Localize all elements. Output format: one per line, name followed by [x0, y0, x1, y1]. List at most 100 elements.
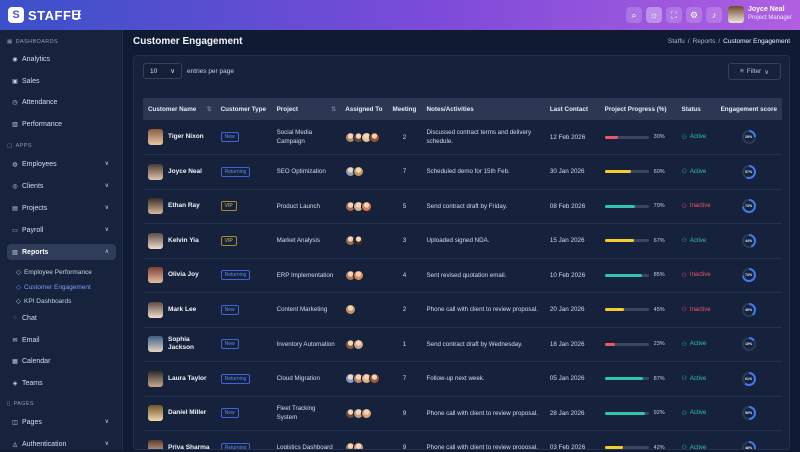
filter-label: Filter	[746, 68, 762, 75]
sort-icon[interactable]: ⇅	[331, 106, 336, 113]
status-label: Active	[689, 375, 707, 382]
sidebar-subitem-customer-engagement[interactable]: ◇ Customer Engagement	[16, 283, 91, 292]
progress-percent: 60%	[653, 168, 665, 175]
sidebar-item-label: Payroll	[22, 226, 44, 234]
engagement-score-value: 48%	[743, 442, 754, 449]
assignee-avatar[interactable]	[353, 338, 365, 350]
column-header-project[interactable]: Project ⇅	[271, 98, 341, 120]
sidebar-item-calendar[interactable]: ▦ Calendar	[7, 353, 116, 369]
sidebar-item-payroll[interactable]: ▭ Payroll ∨	[7, 222, 116, 238]
table-row[interactable]: Sophia Jackson New Inventory Automation …	[143, 327, 782, 362]
progress-bar	[604, 135, 649, 139]
table-row[interactable]: Laura Taylor Returning Cloud Migration 7…	[143, 361, 782, 397]
engagement-score-ring: 44%	[741, 233, 756, 248]
breadcrumb-current: Customer Engagement	[723, 38, 790, 45]
user-avatar[interactable]	[728, 6, 744, 23]
sidebar-item-employees[interactable]: ◍ Employees ∨	[7, 156, 116, 172]
user-status-icon: ⚇	[681, 307, 687, 314]
engagement-card: 10 ∨ entries per page ≡ Filter ∨ Customer N…	[133, 55, 790, 450]
entries-per-page-select[interactable]: 10 ∨	[143, 63, 182, 79]
engagement-score-ring: 25%	[741, 130, 756, 144]
notification-bell-icon[interactable]: ♪	[706, 7, 722, 23]
assignee-avatar[interactable]	[361, 407, 373, 419]
customer-name[interactable]: Daniel Miller	[168, 409, 206, 417]
filter-button[interactable]: ≡ Filter ∨	[728, 63, 781, 80]
assignee-avatar[interactable]	[369, 373, 381, 385]
section-label: PAGES	[13, 401, 34, 407]
column-header-assigned-to[interactable]: Assigned To	[340, 98, 388, 120]
customer-type-badge: Returning	[220, 373, 251, 384]
sidebar-item-attendance[interactable]: ◷ Attendance	[7, 94, 116, 110]
sidebar-item-reports[interactable]: ▧ Reports ∧	[7, 244, 116, 260]
project-name: Cloud Migration	[276, 375, 320, 383]
sidebar-item-teams[interactable]: ◈ Teams	[7, 375, 116, 391]
assignee-group	[345, 304, 382, 316]
column-header-customer-name[interactable]: Customer Name ⇅	[143, 98, 216, 120]
customer-name[interactable]: Sophia Jackson	[168, 336, 211, 352]
menu-toggle-icon[interactable]: ☰	[71, 8, 82, 22]
cell-customer: Daniel Miller	[143, 396, 216, 431]
sidebar-item-email[interactable]: ✉ Email	[7, 332, 116, 348]
fullscreen-icon[interactable]: ⛶	[666, 7, 682, 23]
customer-name[interactable]: Mark Lee	[168, 306, 196, 314]
sidebar-item-pages[interactable]: ◫ Pages ∨	[7, 414, 116, 430]
column-header-status[interactable]: Status	[676, 98, 716, 120]
assignee-avatar[interactable]	[353, 166, 365, 178]
sidebar-item-sales[interactable]: ▣ Sales	[7, 73, 116, 89]
breadcrumb-reports[interactable]: Reports	[693, 38, 716, 45]
table-row[interactable]: Daniel Miller New Fleet Tracking System …	[143, 396, 782, 431]
column-header-meeting[interactable]: Meeting	[387, 98, 422, 120]
customer-name[interactable]: Kelvin Yia	[168, 237, 199, 245]
assignee-avatar[interactable]	[345, 304, 357, 316]
project-name: Inventory Automation	[276, 340, 335, 348]
sidebar-item-chat[interactable]: ◌ Chat	[7, 310, 116, 326]
search-icon[interactable]: ⌕	[626, 7, 642, 23]
assignee-avatar[interactable]	[353, 269, 365, 281]
cell-project: Product Launch	[271, 189, 341, 224]
table-row[interactable]: Mark Lee New Content Marketing 2 Phone c…	[143, 292, 782, 328]
sidebar-item-projects[interactable]: ▤ Projects ∨	[7, 200, 116, 216]
customer-name[interactable]: Laura Taylor	[168, 375, 207, 383]
cell-status: ⚇ Inactive	[676, 258, 716, 293]
sidebar-item-performance[interactable]: ▥ Performance	[7, 116, 116, 132]
top-bar: S STAFFU ☰ ⌕ ☼ ⛶ ⚙ ♪ Joyce Neal Project …	[0, 0, 800, 30]
table-row[interactable]: Priya Sharma Returning Logistics Dashboa…	[143, 430, 782, 449]
cell-engagement-score: 40%	[715, 292, 782, 328]
report-icon: ▧	[12, 249, 18, 256]
settings-gear-icon[interactable]: ⚙	[686, 7, 702, 23]
table-row[interactable]: Olivia Joy Returning ERP Implementation …	[143, 258, 782, 293]
status-badge: ⚇ Active	[682, 341, 711, 348]
cell-customer: Sophia Jackson	[143, 327, 216, 362]
assignee-avatar[interactable]	[369, 131, 381, 143]
entries-value: 10	[150, 67, 158, 75]
column-header-engagement-score[interactable]: Engagement score	[715, 98, 782, 120]
table-row[interactable]: Tiger Nixon New Social Media Campaign 2 …	[143, 120, 782, 155]
column-header-label: Customer Type	[220, 105, 266, 113]
sidebar-subitem-kpi-dashboards[interactable]: ◇ KPI Dashboards	[16, 297, 71, 306]
table-row[interactable]: Kelvin Yia VIP Market Analysis 3 Uploade…	[143, 223, 782, 259]
sidebar-item-analytics[interactable]: ◉ Analytics	[7, 51, 116, 67]
customer-name[interactable]: Ethan Ray	[168, 202, 200, 210]
sidebar-subitem-employee-performance[interactable]: ◇ Employee Performance	[16, 268, 92, 277]
sort-icon[interactable]: ⇅	[207, 106, 212, 113]
column-header-last-contact[interactable]: Last Contact	[544, 98, 600, 120]
cell-meeting: 7	[387, 154, 422, 190]
assignee-avatar[interactable]	[353, 235, 365, 247]
sidebar-item-clients[interactable]: ◎ Clients ∨	[7, 178, 116, 194]
chevron-down-icon: ∨	[104, 227, 109, 233]
column-header-notes[interactable]: Notes/Activities	[421, 98, 545, 120]
theme-toggle-icon[interactable]: ☼	[646, 7, 662, 23]
customer-name[interactable]: Tiger Nixon	[168, 133, 204, 141]
table-row[interactable]: Ethan Ray VIP Product Launch 5 Send cont…	[143, 189, 782, 224]
customer-name[interactable]: Priya Sharma	[168, 444, 210, 449]
column-header-customer-type[interactable]: Customer Type	[215, 98, 272, 120]
assignee-avatar[interactable]	[361, 200, 373, 212]
logo-mark-icon: S	[8, 7, 24, 23]
progress-bar	[604, 273, 649, 277]
table-row[interactable]: Joyce Neal Returning SEO Optimization 7 …	[143, 154, 782, 190]
column-header-project-progress[interactable]: Project Progress (%)	[599, 98, 677, 120]
breadcrumb-home[interactable]: Staffu	[668, 38, 685, 45]
assignee-avatar[interactable]	[353, 442, 365, 449]
customer-name[interactable]: Olivia Joy	[168, 271, 199, 279]
customer-name[interactable]: Joyce Neal	[168, 168, 202, 176]
